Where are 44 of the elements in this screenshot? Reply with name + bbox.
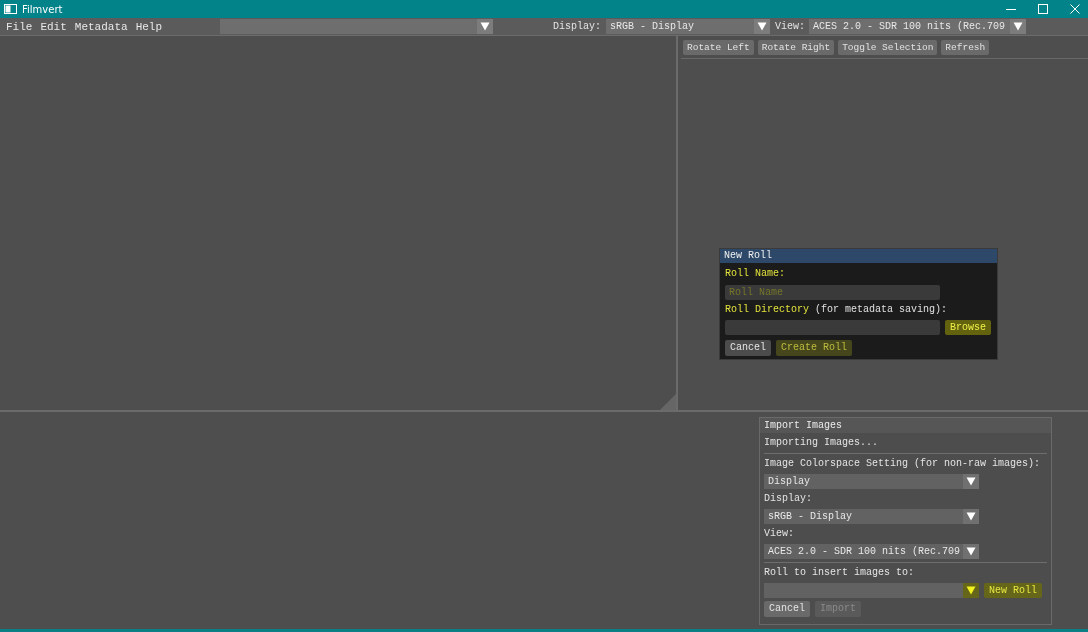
menu-item[interactable]: Metadata bbox=[74, 20, 128, 33]
setting-label: Display: bbox=[764, 492, 813, 506]
field-note: (for metadata saving): bbox=[815, 303, 948, 317]
toolbar-button[interactable]: Rotate Right bbox=[757, 40, 835, 55]
caret-icon[interactable] bbox=[963, 474, 979, 489]
setting-dropdown[interactable]: sRGB - Display bbox=[764, 509, 979, 524]
setting-dropdown[interactable]: ACES 2.0 - SDR 100 nits (Rec.709 bbox=[764, 544, 979, 559]
setting-dropdown[interactable]: Display bbox=[764, 474, 979, 489]
toolbar-button[interactable]: Toggle Selection bbox=[838, 40, 938, 55]
status-text: Importing Images... bbox=[764, 436, 880, 450]
minimize-icon[interactable] bbox=[1006, 8, 1016, 10]
menu-item[interactable]: Help bbox=[135, 20, 163, 33]
view-dropdown[interactable]: ACES 2.0 - SDR 100 nits (Rec.709 bbox=[809, 19, 1027, 34]
new-roll-button[interactable]: New Roll bbox=[984, 583, 1042, 598]
caret-icon[interactable] bbox=[963, 583, 979, 598]
menu-item[interactable]: Edit bbox=[40, 20, 67, 33]
setting-label: View: bbox=[764, 527, 795, 541]
dialog-button[interactable]: Cancel bbox=[725, 340, 771, 356]
caret-icon[interactable] bbox=[477, 19, 494, 34]
toolbar-button[interactable]: Rotate Left bbox=[683, 40, 754, 55]
display-label: Display: bbox=[553, 21, 602, 32]
view-label: View: bbox=[775, 21, 806, 32]
directory-field[interactable] bbox=[725, 320, 940, 335]
menu-item[interactable]: File bbox=[6, 20, 33, 33]
maximize-icon[interactable] bbox=[1038, 4, 1048, 14]
caret-icon[interactable] bbox=[1010, 19, 1027, 34]
panel-title: Import Images bbox=[760, 418, 1051, 433]
close-icon[interactable] bbox=[1070, 4, 1080, 14]
display-dropdown[interactable]: sRGB - Display bbox=[606, 19, 771, 34]
field-label: Roll Name: bbox=[725, 267, 785, 281]
roll-label: Roll to insert images to: bbox=[764, 566, 916, 580]
dialog-title: New Roll bbox=[720, 249, 997, 263]
field-label: Roll Directory bbox=[725, 303, 809, 317]
caret-icon[interactable] bbox=[963, 509, 979, 524]
toolbar-button[interactable]: Refresh bbox=[941, 40, 990, 55]
caret-icon[interactable] bbox=[963, 544, 979, 559]
setting-label: Image Colorspace Setting (for non-raw images): bbox=[764, 457, 1042, 471]
caret-icon[interactable] bbox=[754, 19, 771, 34]
window-title: Filmvert bbox=[22, 3, 63, 15]
browse-button[interactable]: Browse bbox=[945, 320, 991, 335]
app-icon bbox=[4, 4, 17, 14]
roll-name-field[interactable]: Roll Name bbox=[725, 285, 940, 300]
dialog-button[interactable]: Create Roll bbox=[776, 340, 853, 356]
panel-button[interactable]: Cancel bbox=[764, 601, 810, 617]
